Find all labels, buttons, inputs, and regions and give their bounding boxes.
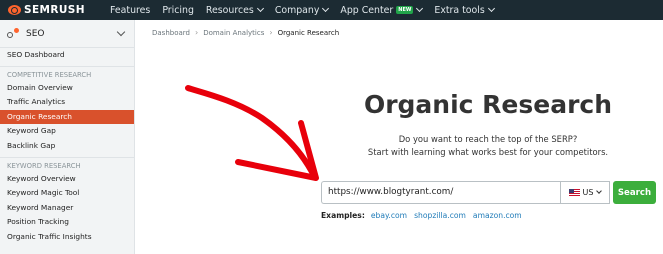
us-flag-icon (568, 189, 580, 196)
chevron-right-icon: › (194, 28, 199, 37)
sidebar-item-position-tracking[interactable]: Position Tracking (0, 215, 134, 230)
sidebar-item-keyword-overview[interactable]: Keyword Overview (0, 172, 134, 187)
semrush-logo[interactable]: SEMRUSH (8, 4, 96, 16)
sidebar-item-traffic-analytics[interactable]: Traffic Analytics (0, 95, 134, 110)
chevron-down-icon (322, 4, 330, 13)
examples-label: Examples: (321, 211, 365, 220)
nav-company-label: Company (274, 4, 320, 16)
sidebar-item-domain-overview[interactable]: Domain Overview (0, 81, 134, 96)
nav-features-label: Features (110, 4, 151, 16)
sidebar-section-competitive-research: COMPETITIVE RESEARCH (0, 65, 134, 81)
nav-resources[interactable]: Resources (205, 4, 264, 16)
sidebar-item-organic-traffic-insights[interactable]: Organic Traffic Insights (0, 230, 134, 245)
chevron-right-icon: › (269, 28, 273, 37)
nav-resources-label: Resources (205, 4, 254, 16)
example-link-ebay[interactable]: ebay.com (371, 211, 407, 220)
chevron-down-icon (116, 27, 126, 36)
example-link-amazon[interactable]: amazon.com (473, 211, 522, 220)
sidebar-item-keyword-manager[interactable]: Keyword Manager (0, 201, 134, 216)
sidebar-item-keyword-magic-tool[interactable]: Keyword Magic Tool (0, 186, 134, 201)
subtitle-line-1: Do you want to reach the top of the SERP… (398, 134, 578, 144)
example-link-shopzilla[interactable]: shopzilla.com (414, 211, 466, 220)
search-form: https://www.blogtyrant.com/ US Search (321, 181, 656, 204)
examples-row: Examples: ebay.com shopzilla.com amazon.… (321, 211, 529, 220)
brand-name: SEMRUSH (24, 4, 85, 16)
sidebar-section-keyword-research: KEYWORD RESEARCH (0, 156, 134, 172)
nav-company[interactable]: Company (274, 4, 330, 16)
subtitle-line-2: Start with learning what works best for … (367, 147, 609, 157)
semrush-logo-icon (8, 5, 21, 15)
database-select[interactable]: US (560, 181, 610, 204)
chevron-down-icon (416, 4, 424, 13)
breadcrumb: Dashboard › Domain Analytics › Organic R… (152, 28, 339, 37)
seo-toolkit-icon (7, 27, 21, 40)
chevron-down-icon (256, 4, 264, 13)
nav-pricing[interactable]: Pricing (162, 5, 194, 16)
nav-features[interactable]: Features (110, 5, 150, 16)
sidebar-item-organic-research[interactable]: Organic Research (0, 109, 134, 125)
database-value: US (582, 188, 594, 197)
chevron-down-icon (487, 4, 495, 13)
page-subtitle: Do you want to reach the top of the SERP… (322, 133, 654, 159)
new-badge: NEW (396, 6, 414, 14)
nav-pricing-label: Pricing (162, 4, 194, 16)
sidebar-title: SEO (26, 28, 45, 39)
breadcrumb-domain-analytics[interactable]: Domain Analytics (203, 29, 264, 37)
nav-extra-tools-label: Extra tools (434, 4, 485, 16)
top-nav-menu: Features Pricing Resources Company App C… (110, 5, 506, 16)
page-title: Organic Research (363, 90, 613, 119)
arrow-head (235, 120, 319, 181)
sidebar: SEO SEO Dashboard COMPETITIVE RESEARCH D… (0, 20, 135, 254)
top-navigation-bar: SEMRUSH Features Pricing Resources Compa… (0, 0, 663, 20)
sidebar-item-keyword-gap[interactable]: Keyword Gap (0, 124, 134, 139)
chevron-down-icon (596, 188, 603, 194)
sidebar-seo-toggle[interactable]: SEO (0, 20, 134, 48)
nav-app-center-label: App Center (340, 4, 394, 16)
arrow-shaft (185, 85, 315, 175)
breadcrumb-current: Organic Research (277, 28, 340, 37)
search-button[interactable]: Search (613, 181, 656, 204)
nav-extra-tools[interactable]: Extra tools (434, 4, 495, 16)
breadcrumb-dashboard[interactable]: Dashboard (152, 29, 190, 37)
sidebar-item-backlink-gap[interactable]: Backlink Gap (0, 139, 134, 154)
nav-app-center[interactable]: App Center NEW (340, 4, 424, 16)
domain-search-input[interactable]: https://www.blogtyrant.com/ (321, 181, 560, 204)
sidebar-item-seo-dashboard[interactable]: SEO Dashboard (0, 48, 134, 63)
